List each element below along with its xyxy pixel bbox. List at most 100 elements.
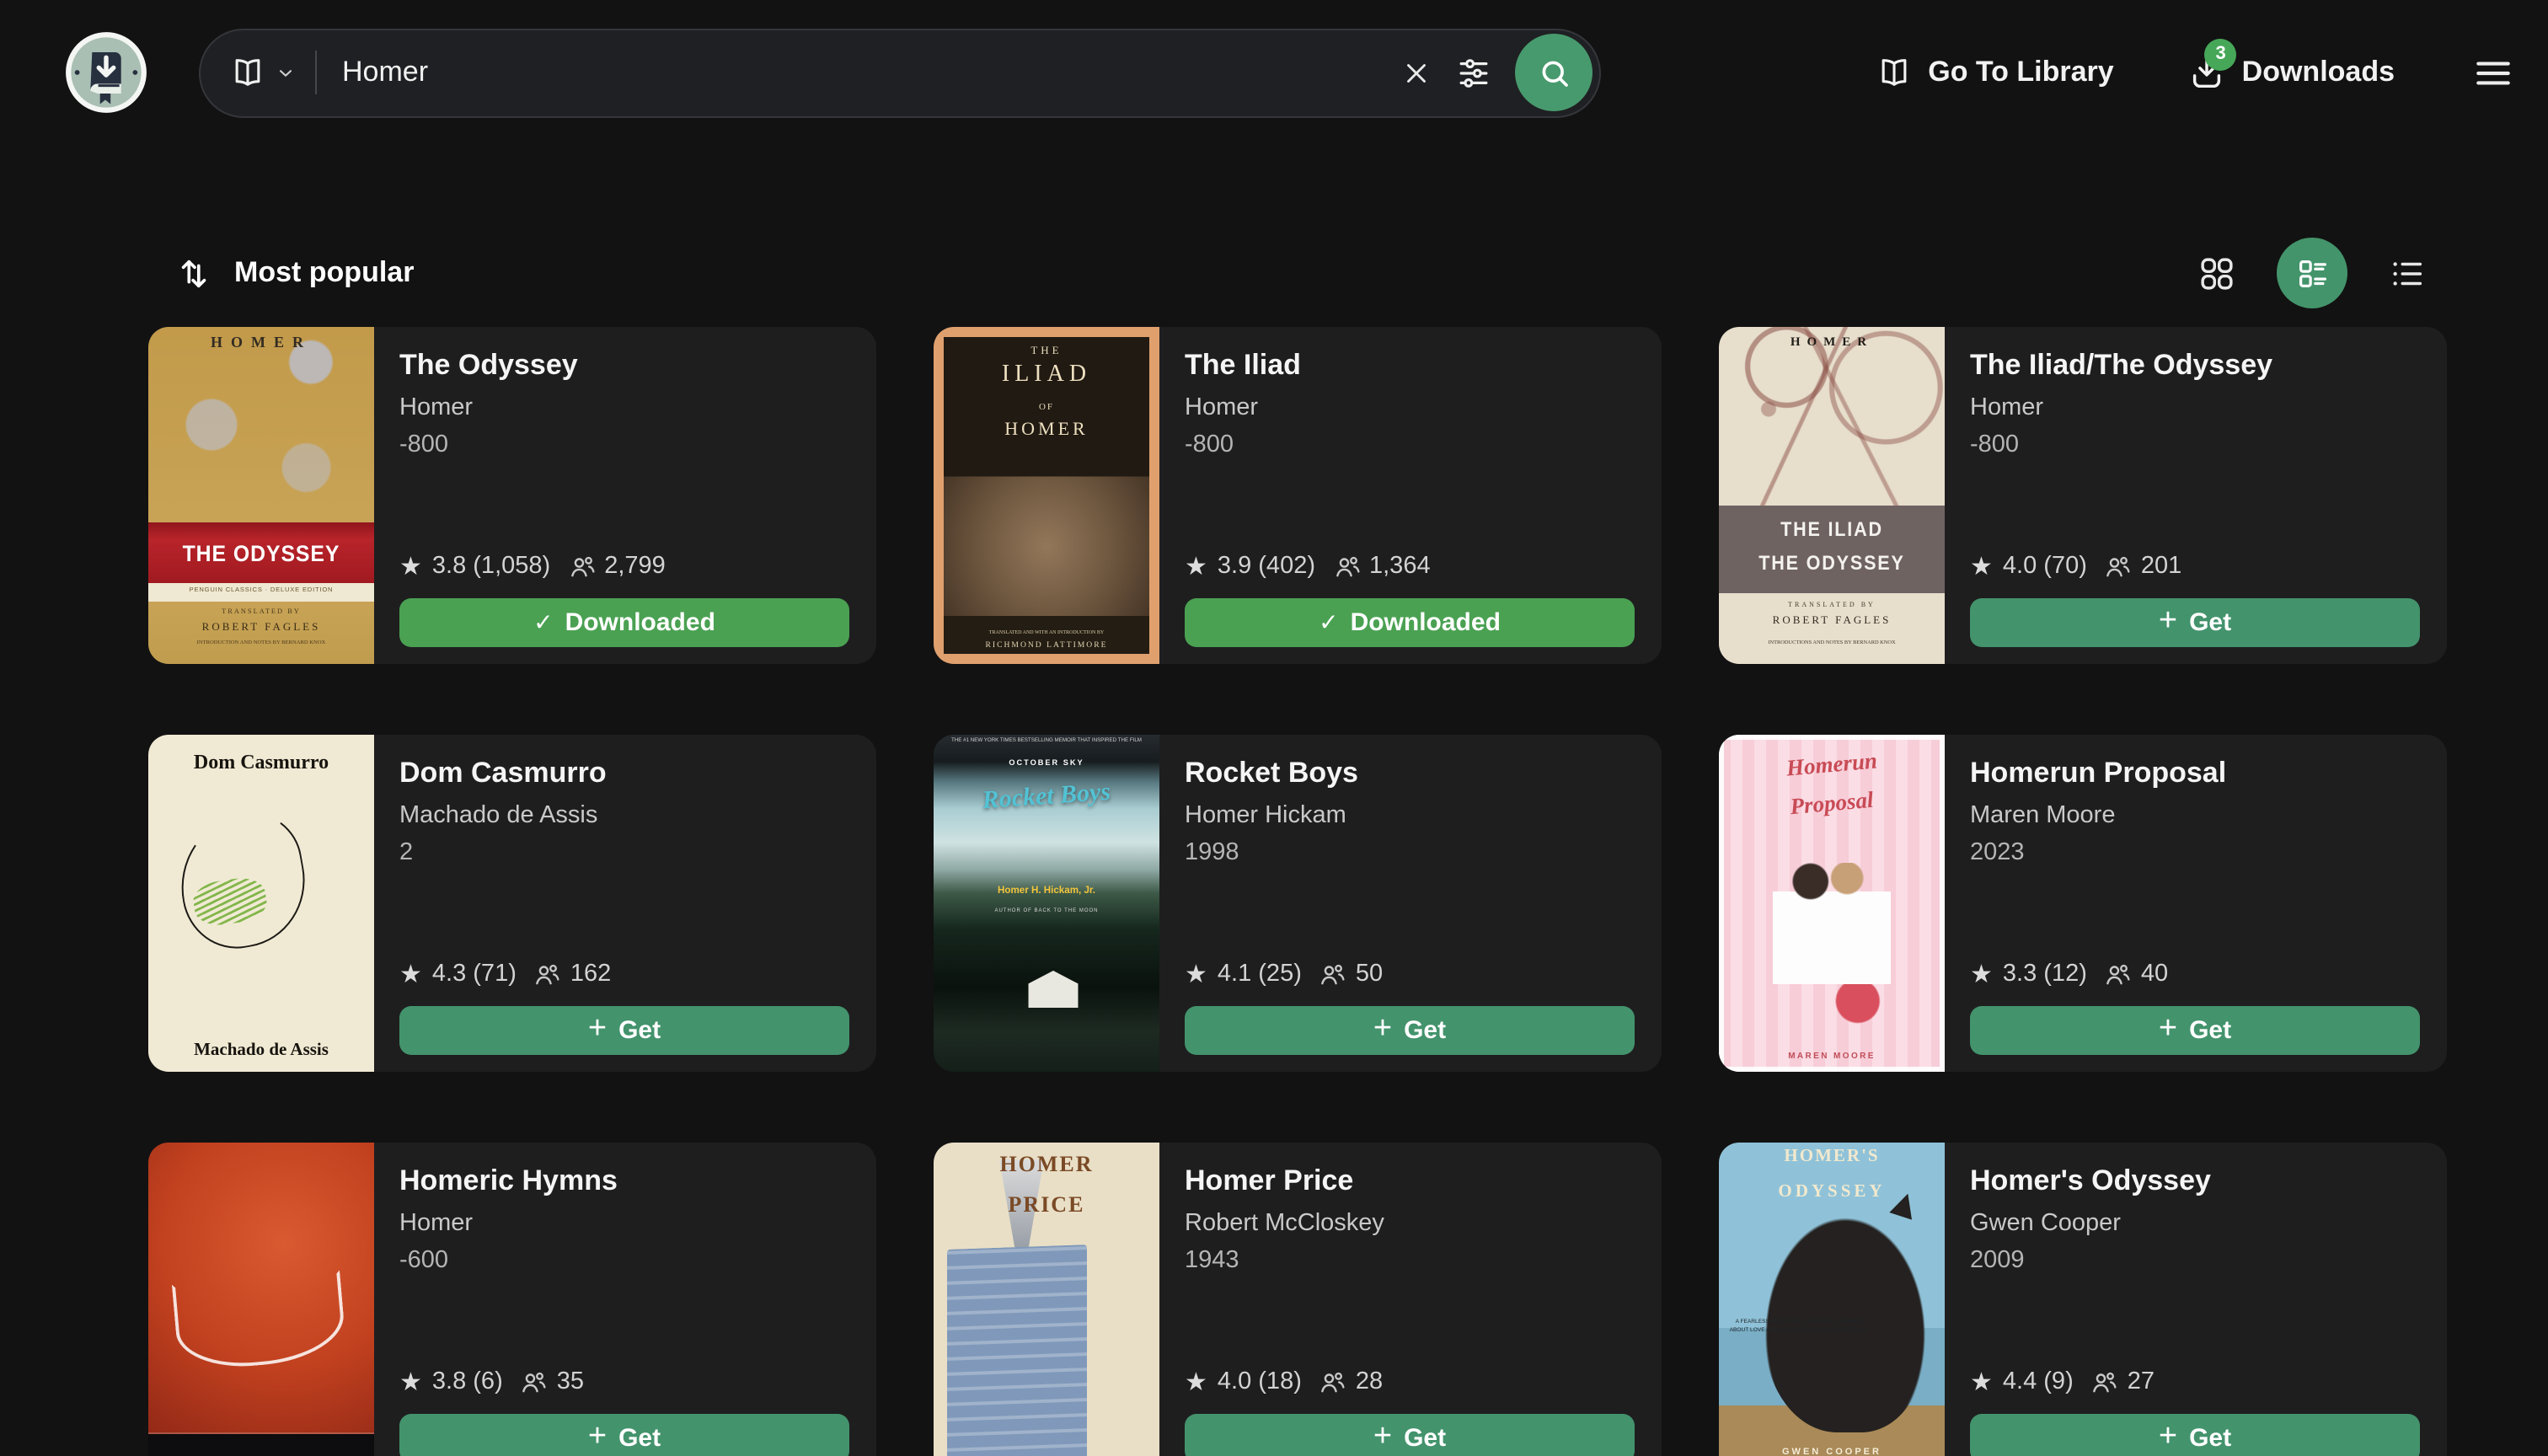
book-meta: ★ 3.8 (6) 35	[399, 1367, 849, 1397]
cover-text: HOMER	[1719, 334, 1945, 349]
view-list-button[interactable]	[2388, 254, 2427, 292]
cover-text: HOMER'S	[1719, 1148, 1945, 1166]
book-card[interactable]: HOMER THE ODYSSEY PENGUIN CLASSICS · DELUX…	[148, 327, 876, 664]
button-icon	[588, 1420, 607, 1456]
book-card-body: Homer Price Robert McCloskey 1943 ★ 4.0 …	[1159, 1143, 1662, 1456]
book-card-body: Homerun Proposal Maren Moore 2023 ★ 3.3 …	[1945, 735, 2447, 1072]
book-card[interactable]: THE #1 NEW YORK TIMES BESTSELLING MEMOIR…	[934, 735, 1662, 1072]
app-logo-icon[interactable]	[64, 30, 148, 115]
book-author: Machado de Assis	[399, 802, 849, 829]
book-card-body: The Iliad/The Odyssey Homer -800 ★ 4.0 (…	[1945, 327, 2447, 664]
star-icon: ★	[1970, 959, 1993, 989]
search-submit-button[interactable]	[1515, 34, 1592, 111]
book-cover: Homeric Hymns	[148, 1143, 374, 1456]
header: Go To Library 3 Downloads	[0, 0, 2548, 145]
book-readers-count: 1,364	[1369, 553, 1431, 580]
book-readers-count: 201	[2141, 553, 2181, 580]
chevron-down-icon	[276, 63, 295, 82]
book-cover: HOMER'SODYSSEYA FEARLESS FELINE TALE, OR…	[1719, 1143, 1945, 1456]
book-meta: ★ 4.0 (18) 28	[1185, 1367, 1635, 1397]
book-rating: 4.4 (9)	[2003, 1368, 2074, 1395]
book-card-body: Homer's Odyssey Gwen Cooper 2009 ★ 4.4 (…	[1945, 1143, 2447, 1456]
book-year: -800	[1185, 431, 1635, 458]
view-card-list-button[interactable]	[2277, 238, 2347, 308]
cover-text: Homer H. Hickam, Jr.	[934, 886, 1159, 898]
book-title: The Iliad	[1185, 349, 1635, 383]
results-toolbar: Most popular	[0, 236, 2548, 310]
readers-icon	[1319, 960, 1347, 988]
book-card-body: The Odyssey Homer -800 ★ 3.8 (1,058) 2,7…	[374, 327, 876, 664]
book-year: -800	[1970, 431, 2420, 458]
book-rating: 3.3 (12)	[2003, 961, 2087, 988]
sort-button[interactable]: Most popular	[175, 254, 414, 292]
card-list-view-icon	[2293, 254, 2331, 292]
book-cover: HOMERPRICE	[934, 1143, 1159, 1456]
star-icon: ★	[1185, 551, 1207, 581]
book-card[interactable]: Dom CasmurroMachado de Assis Dom Casmurr…	[148, 735, 876, 1072]
get-button[interactable]: Get	[1185, 1006, 1635, 1055]
book-open-icon	[1876, 54, 1913, 91]
cover-text: TRANSLATED BY	[148, 608, 374, 617]
book-year: -800	[399, 431, 849, 458]
star-icon: ★	[399, 1367, 422, 1397]
downloads-button[interactable]: 3 Downloads	[2188, 53, 2395, 92]
search-scope-button[interactable]	[229, 54, 315, 91]
cover-text: TRANSLATED AND WITH AN INTRODUCTION BY	[934, 631, 1159, 637]
book-card[interactable]: HOMERPRICE Homer Price Robert McCloskey …	[934, 1143, 1662, 1456]
button-icon	[1373, 1012, 1392, 1049]
cover-text: THE ODYSSEY	[158, 541, 366, 568]
star-icon: ★	[1185, 1367, 1207, 1397]
book-card[interactable]: HOMER'SODYSSEYA FEARLESS FELINE TALE, OR…	[1719, 1143, 2447, 1456]
search-filters-button[interactable]	[1456, 55, 1491, 90]
readers-icon	[520, 1368, 549, 1396]
menu-button[interactable]	[2472, 51, 2514, 94]
cover-text: ILIAD	[934, 362, 1159, 390]
cover-text: OCTOBER SKY	[934, 759, 1159, 768]
cover-text: PENGUIN CLASSICS · DELUXE EDITION	[148, 587, 374, 595]
cover-text: HOMER	[148, 334, 374, 351]
book-title: Dom Casmurro	[399, 757, 849, 790]
button-label: Get	[618, 1424, 661, 1453]
book-author: Homer Hickam	[1185, 802, 1635, 829]
get-button[interactable]: Get	[1970, 1006, 2420, 1055]
get-button[interactable]: Get	[1970, 1414, 2420, 1456]
book-cover: THEILIADOFHOMERTRANSLATED AND WITH AN IN…	[934, 327, 1159, 664]
book-card[interactable]: HOMERTHE ILIADTHE ODYSSEYTRANSLATED BYRO…	[1719, 327, 2447, 664]
get-button[interactable]: Get	[1185, 1414, 1635, 1456]
downloads-count-badge: 3	[2205, 38, 2237, 70]
hamburger-icon	[2472, 51, 2514, 94]
cover-text: ROBERT FAGLES	[148, 621, 374, 634]
book-rating: 4.1 (25)	[1218, 961, 1302, 988]
readers-icon	[1332, 552, 1361, 581]
search-input[interactable]	[342, 56, 1380, 89]
downloaded-button[interactable]: Downloaded	[399, 598, 849, 647]
clear-search-button[interactable]	[1380, 56, 1453, 88]
get-button[interactable]: Get	[1970, 598, 2420, 647]
go-to-library-button[interactable]: Go To Library	[1876, 54, 2113, 91]
list-view-icon	[2388, 254, 2427, 292]
cover-text: Rocket Boys	[934, 776, 1159, 821]
star-icon: ★	[1970, 1367, 1993, 1397]
book-cover: Dom CasmurroMachado de Assis	[148, 735, 374, 1072]
book-card[interactable]: HomerunProposalMAREN MOORE Homerun Propo…	[1719, 735, 2447, 1072]
view-grid-button[interactable]	[2197, 254, 2236, 292]
get-button[interactable]: Get	[399, 1414, 849, 1456]
book-cover: THE #1 NEW YORK TIMES BESTSELLING MEMOIR…	[934, 735, 1159, 1072]
book-readers-count: 50	[1356, 961, 1383, 988]
downloaded-button[interactable]: Downloaded	[1185, 598, 1635, 647]
book-author: Gwen Cooper	[1970, 1210, 2420, 1237]
cover-text: PRICE	[934, 1191, 1159, 1218]
book-rating: 4.3 (71)	[432, 961, 517, 988]
book-title: Homerun Proposal	[1970, 757, 2420, 790]
get-button[interactable]: Get	[399, 1006, 849, 1055]
cover-text: AUTHOR OF BACK TO THE MOON	[934, 908, 1159, 914]
book-card[interactable]: THEILIADOFHOMERTRANSLATED AND WITH AN IN…	[934, 327, 1662, 664]
button-icon	[1373, 1420, 1392, 1456]
search-divider	[315, 51, 317, 94]
book-year: 2023	[1970, 839, 2420, 866]
button-label: Downloaded	[1351, 608, 1501, 637]
book-readers-count: 40	[2141, 961, 2168, 988]
sort-arrows-icon	[175, 254, 214, 292]
book-year: 2009	[1970, 1247, 2420, 1274]
book-card[interactable]: Homeric Hymns Homeric Hymns Homer -600 ★…	[148, 1143, 876, 1456]
